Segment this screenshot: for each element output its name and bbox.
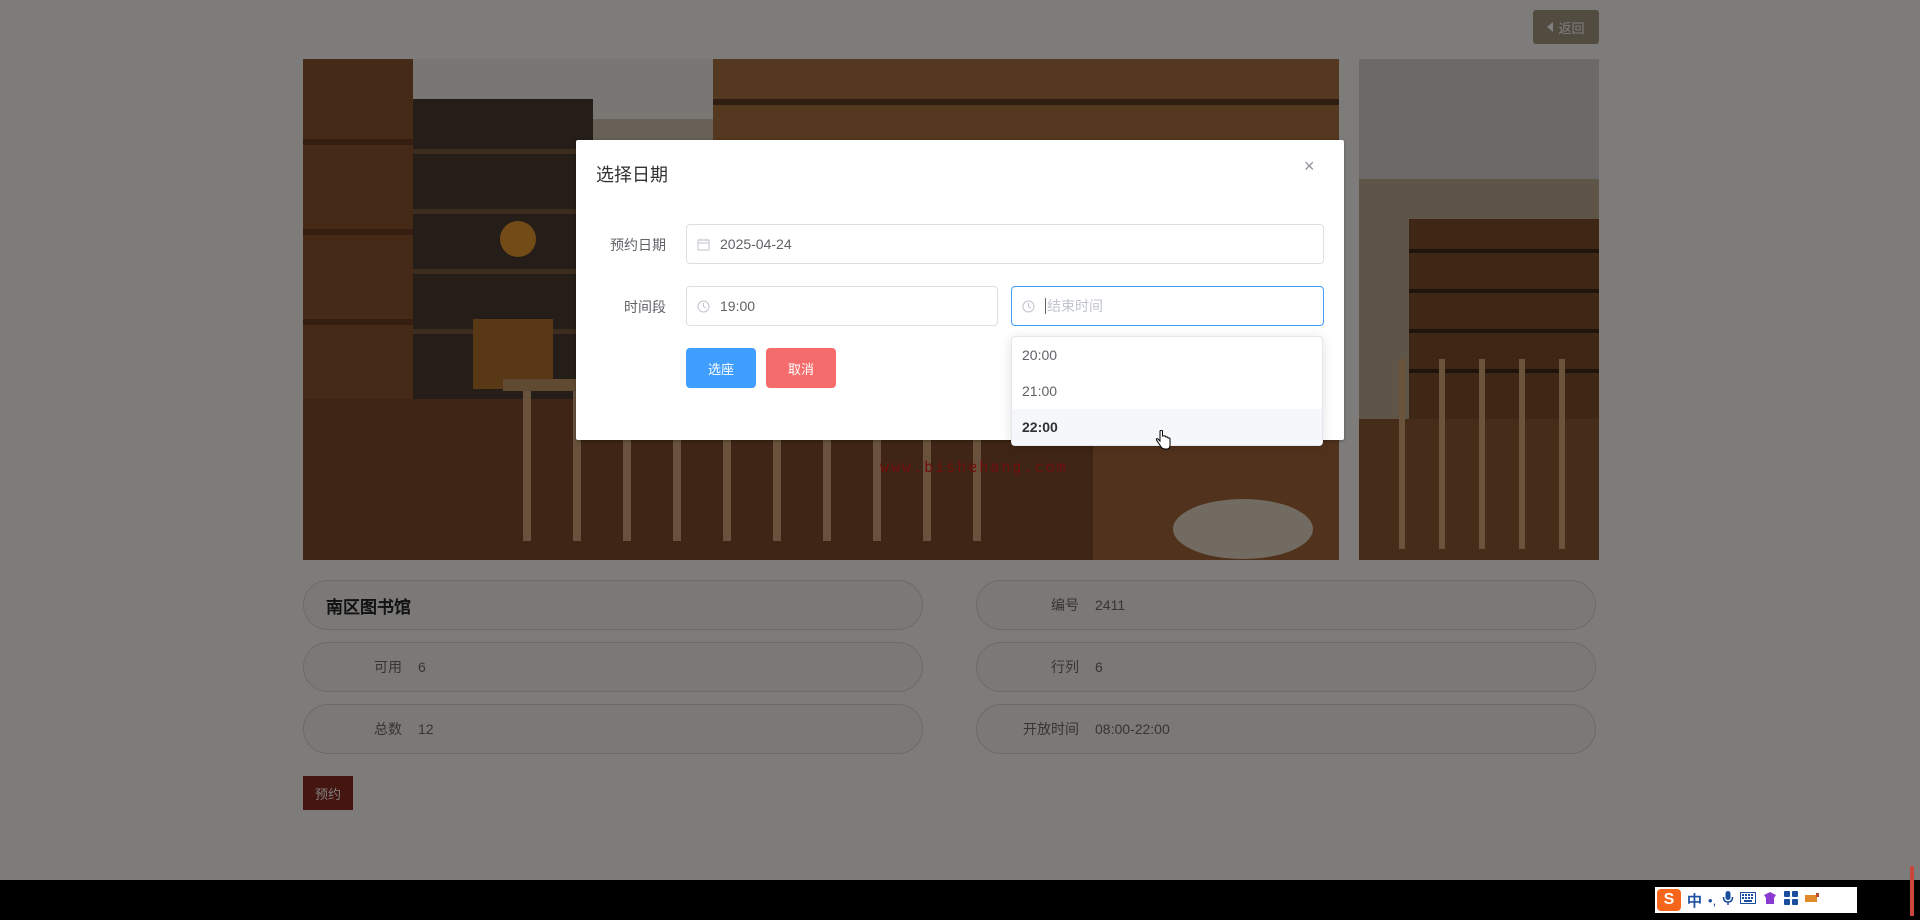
ime-punctuation-toggle[interactable]: •,: [1708, 893, 1716, 908]
time-option[interactable]: 20:00: [1012, 337, 1322, 373]
mic-icon[interactable]: [1722, 890, 1734, 911]
end-time-input[interactable]: 结束时间: [1011, 286, 1324, 326]
scrollbar-marker: [1910, 866, 1914, 916]
date-label: 预约日期: [610, 237, 666, 253]
start-time-value: 19:00: [720, 298, 756, 314]
date-picker-input[interactable]: 2025-04-24: [686, 224, 1324, 264]
select-seat-button[interactable]: 选座: [686, 348, 756, 388]
start-time-input[interactable]: 19:00: [686, 286, 998, 326]
ime-logo: S: [1657, 889, 1681, 911]
skin-icon[interactable]: [1762, 890, 1778, 911]
tools-icon[interactable]: [1804, 891, 1820, 909]
time-range-label: 时间段: [624, 299, 666, 315]
end-time-placeholder: 结束时间: [1047, 298, 1103, 314]
cancel-button[interactable]: 取消: [766, 348, 836, 388]
calendar-icon: [697, 238, 710, 251]
modal-overlay[interactable]: [0, 0, 1920, 880]
clock-icon: [1022, 300, 1035, 313]
hand-cursor-icon: [1155, 429, 1171, 457]
time-option[interactable]: 21:00: [1012, 373, 1322, 409]
dialog-title: 选择日期: [596, 165, 668, 185]
ime-toolbar[interactable]: S 中 •,: [1655, 887, 1857, 913]
text-caret: [1045, 298, 1046, 314]
date-value: 2025-04-24: [720, 236, 792, 252]
close-icon[interactable]: ×: [1304, 156, 1315, 177]
ime-mode-toggle[interactable]: 中: [1687, 890, 1702, 911]
clock-icon: [697, 300, 710, 313]
keyboard-icon[interactable]: [1740, 891, 1757, 909]
apps-icon[interactable]: [1784, 890, 1799, 910]
taskbar: [0, 880, 1920, 920]
